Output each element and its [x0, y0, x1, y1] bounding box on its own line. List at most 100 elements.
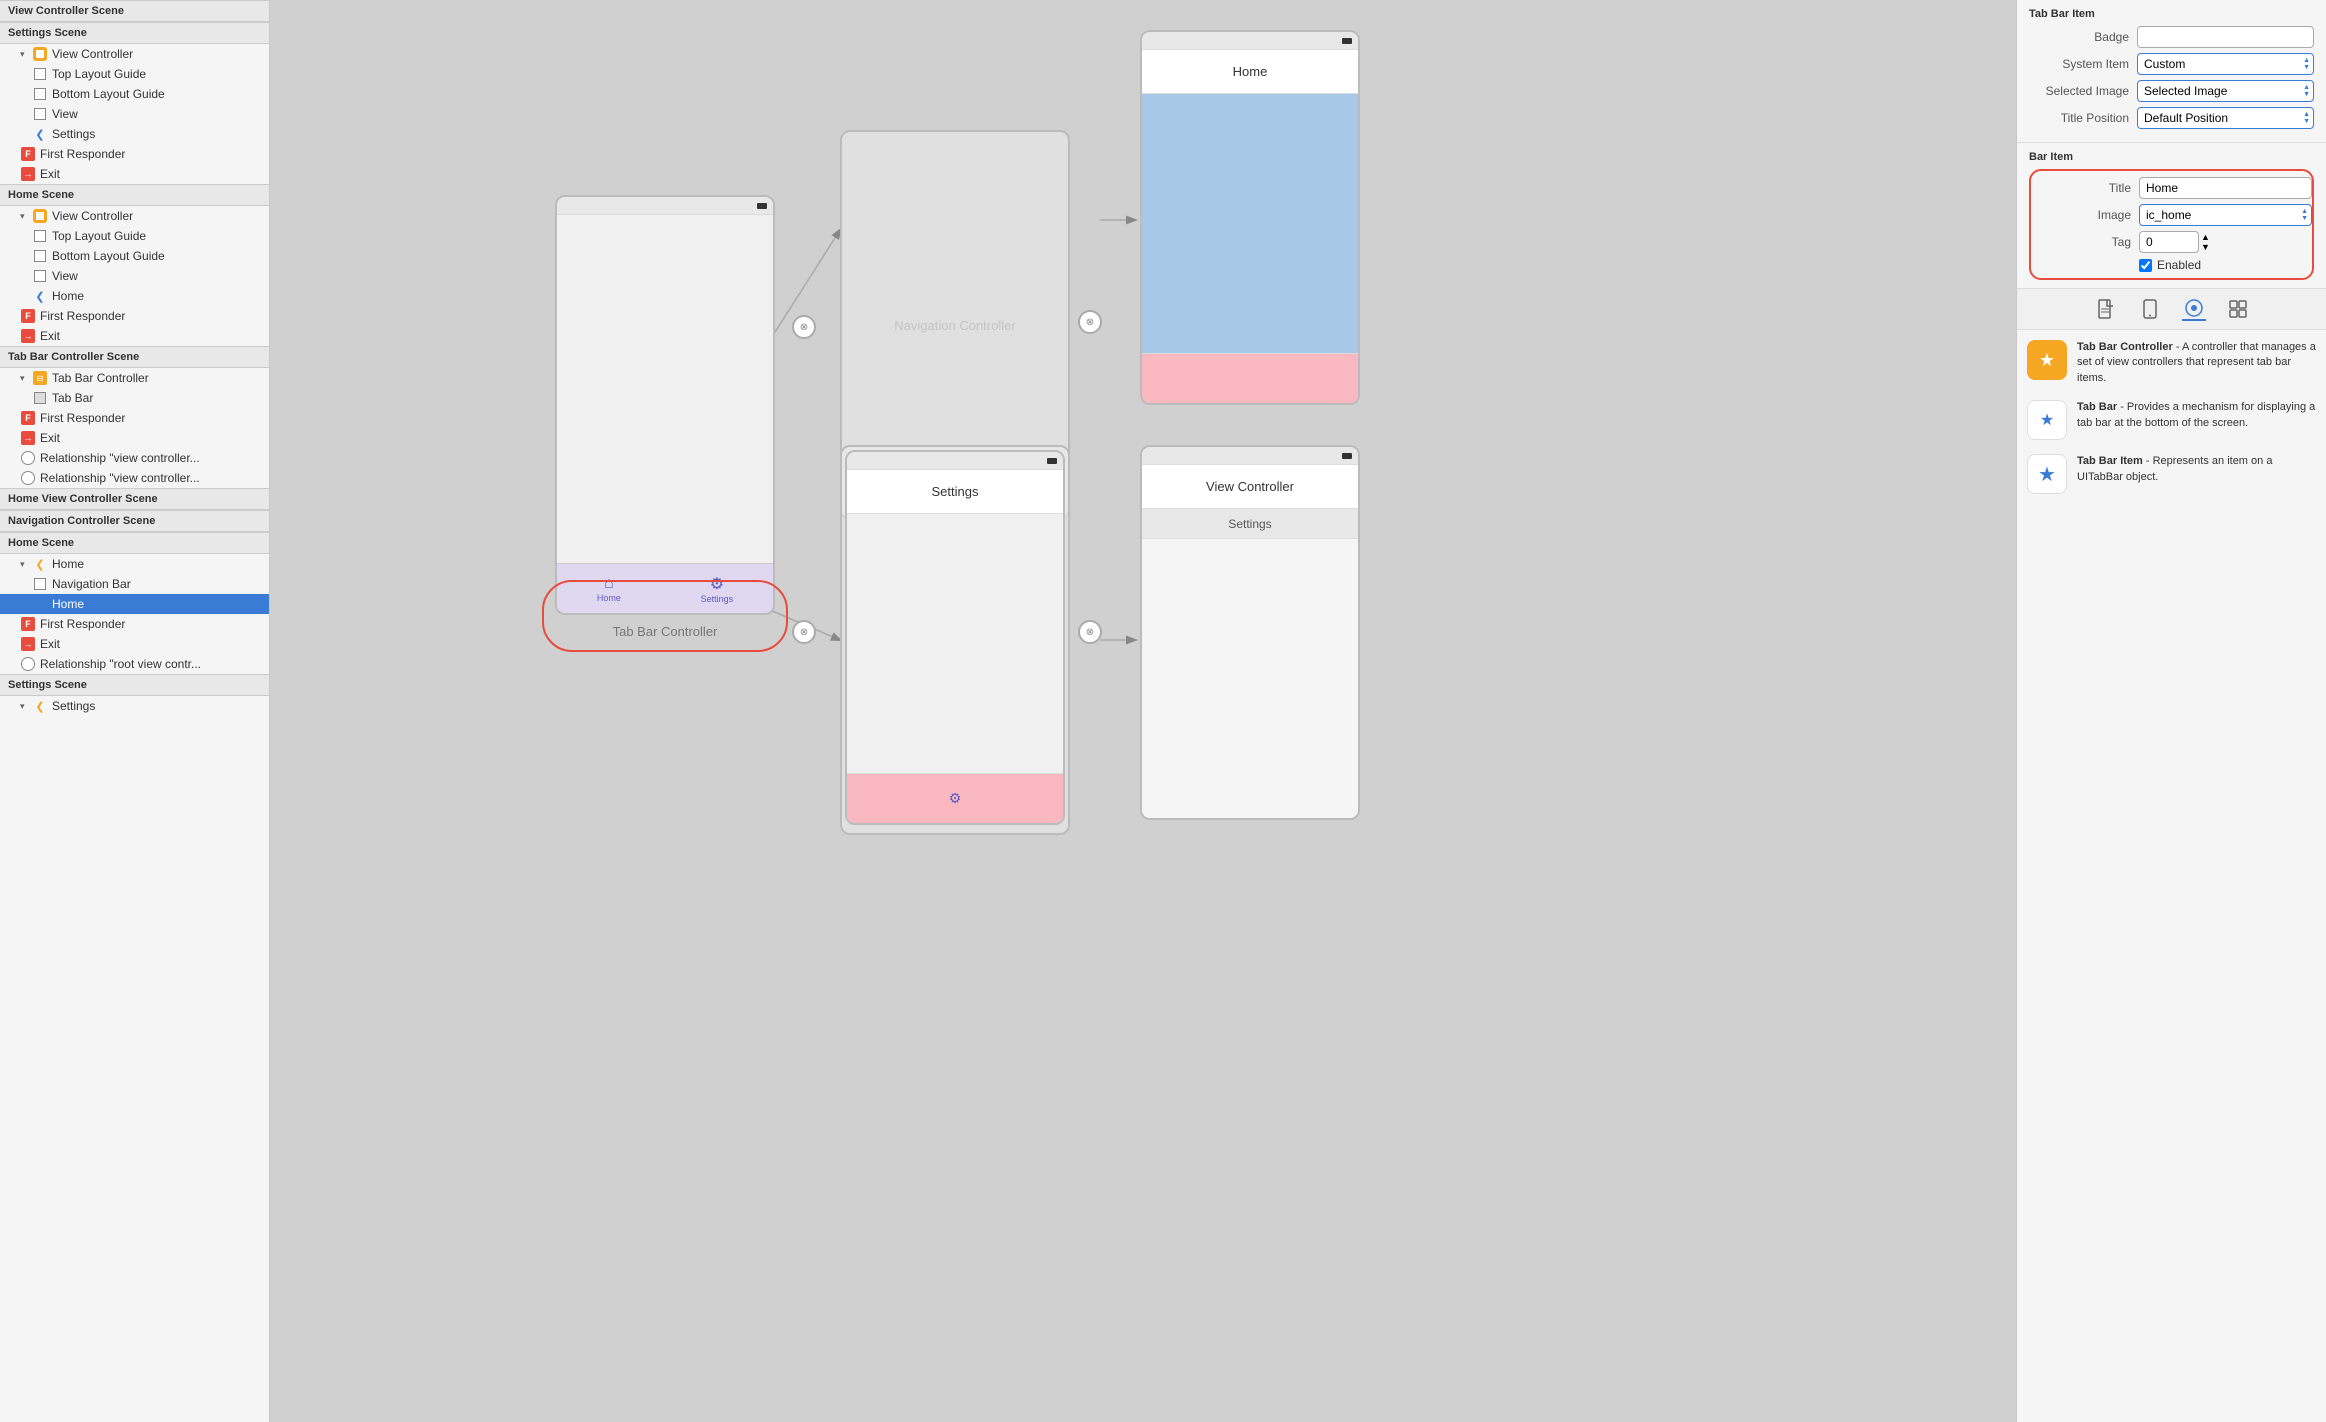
tag-stepper[interactable]: ▲ ▼	[2201, 232, 2210, 252]
back-icon-settings2: ❮	[32, 698, 48, 714]
title-position-label: Title Position	[2029, 111, 2129, 125]
tree-item-exit-settings[interactable]: → Exit	[0, 164, 269, 184]
tab-file-icon[interactable]	[2094, 297, 2118, 321]
layout-icon-4	[32, 248, 48, 264]
tree-item-top-layout-home[interactable]: Top Layout Guide	[0, 226, 269, 246]
title-input[interactable]	[2139, 177, 2312, 199]
bar-item-title: Bar Item	[2029, 151, 2314, 163]
tree-item-first-home2[interactable]: F First Responder	[0, 614, 269, 634]
badge-input[interactable]	[2137, 26, 2314, 48]
tree-item-tab-bar[interactable]: Tab Bar	[0, 388, 269, 408]
view-icon-2	[32, 268, 48, 284]
home-tab-icon: ⌂	[604, 575, 614, 593]
tree-item-tbc[interactable]: ▾ ⊟ Tab Bar Controller	[0, 368, 269, 388]
rel-icon-2	[20, 470, 36, 486]
settings-tab-bar: ⚙	[847, 773, 1063, 823]
help-icon-tab: ★	[2027, 400, 2067, 440]
enabled-label: Enabled	[2157, 258, 2201, 272]
tree-item-home-star[interactable]: ★ Home	[0, 594, 269, 614]
tree-item-settings-nav[interactable]: ❮ Settings	[0, 124, 269, 144]
tag-label: Tag	[2031, 235, 2131, 249]
first-responder-icon: F	[20, 146, 36, 162]
help-text-tbc: Tab Bar Controller - A controller that m…	[2077, 340, 2316, 386]
tab-settings: ⚙ Settings	[701, 574, 734, 604]
section-home-scene-2: Home Scene	[0, 532, 269, 554]
first-responder-icon-3: F	[20, 410, 36, 426]
title-row: Title	[2031, 177, 2312, 199]
tab-bar-item-section: Tab Bar Item Badge System Item Custom ▲▼…	[2017, 0, 2326, 143]
image-row: Image ic_home ▲▼	[2031, 204, 2312, 226]
tree-item-rel2[interactable]: Relationship "view controller...	[0, 468, 269, 488]
right-panel: Tab Bar Item Badge System Item Custom ▲▼…	[2016, 0, 2326, 1422]
first-responder-icon-2: F	[20, 308, 36, 324]
tree-item-first-settings[interactable]: F First Responder	[0, 144, 269, 164]
tbc-icon: ⊟	[32, 370, 48, 386]
tree-item-rel-root[interactable]: Relationship "root view contr...	[0, 654, 269, 674]
tab-grid-icon[interactable]	[2226, 297, 2250, 321]
selected-image-row: Selected Image Selected Image ▲▼	[2029, 80, 2314, 102]
exit-icon: →	[20, 166, 36, 182]
tab-phone-icon[interactable]	[2138, 297, 2162, 321]
selected-image-select-wrapper: Selected Image ▲▼	[2137, 80, 2314, 102]
tbc-content	[557, 215, 773, 563]
system-item-select[interactable]: Custom	[2137, 53, 2314, 75]
tree-item-exit-home[interactable]: → Exit	[0, 326, 269, 346]
tree-item-view-settings[interactable]: View	[0, 104, 269, 124]
rel-icon-1	[20, 450, 36, 466]
section-view-controller-scene: View Controller Scene	[0, 0, 269, 22]
tab-circle-icon[interactable]	[2182, 297, 2206, 321]
selected-image-label: Selected Image	[2029, 84, 2129, 98]
section-tbc-scene: Tab Bar Controller Scene	[0, 346, 269, 368]
status-dot	[757, 203, 767, 209]
selected-image-select[interactable]: Selected Image	[2137, 80, 2314, 102]
segue-circle-1: ⊗	[792, 315, 816, 339]
tree-item-top-layout-settings[interactable]: Top Layout Guide	[0, 64, 269, 84]
tabbar-icon	[32, 390, 48, 406]
help-text-tbi: Tab Bar Item - Represents an item on a U…	[2077, 454, 2316, 485]
enabled-checkbox[interactable]	[2139, 259, 2152, 272]
tree-item-view-home[interactable]: View	[0, 266, 269, 286]
layout-icon	[32, 66, 48, 82]
help-text-tab: Tab Bar - Provides a mechanism for displ…	[2077, 400, 2316, 431]
home-blue-content	[1142, 94, 1358, 353]
circle-svg-icon	[2184, 298, 2204, 318]
settings-nav-bar: Settings	[847, 470, 1063, 514]
tree-item-vc-home[interactable]: ▾ View Controller	[0, 206, 269, 226]
vc-settings-content	[1142, 539, 1358, 818]
tree-item-vc-settings[interactable]: ▾ View Controller	[0, 44, 269, 64]
back-icon-home2: ❮	[32, 556, 48, 572]
tree-item-bottom-layout-settings[interactable]: Bottom Layout Guide	[0, 84, 269, 104]
segue-circle-3: ⊗	[792, 620, 816, 644]
image-select[interactable]: ic_home	[2139, 204, 2312, 226]
canvas: ⌂ Home ⚙ Settings Tab Bar Controller ⊗ N…	[270, 0, 2016, 1422]
help-item-tbi: ★ Tab Bar Item - Represents an item on a…	[2027, 454, 2316, 494]
tree-item-home-nav[interactable]: ❮ Home	[0, 286, 269, 306]
tree-item-home-2[interactable]: ▾ ❮ Home	[0, 554, 269, 574]
tree-item-first-tbc[interactable]: F First Responder	[0, 408, 269, 428]
disclosure-arrow: ▾	[20, 49, 32, 60]
section-settings-scene-2: Settings Scene	[0, 674, 269, 696]
tree-item-settings-2[interactable]: ▾ ❮ Settings	[0, 696, 269, 716]
tree-item-first-home[interactable]: F First Responder	[0, 306, 269, 326]
tree-item-nav-bar[interactable]: Navigation Bar	[0, 574, 269, 594]
disclosure-home2: ▾	[20, 559, 32, 570]
tree-item-exit-home2[interactable]: → Exit	[0, 634, 269, 654]
vc-icon	[32, 46, 48, 62]
system-item-select-wrapper: Custom ▲▼	[2137, 53, 2314, 75]
help-item-tbc: ★ Tab Bar Controller - A controller that…	[2027, 340, 2316, 386]
layout-icon-3	[32, 228, 48, 244]
tag-input[interactable]	[2139, 231, 2199, 253]
home-pink-tab-bar	[1142, 353, 1358, 403]
tree-item-bottom-layout-home[interactable]: Bottom Layout Guide	[0, 246, 269, 266]
exit-icon-3: →	[20, 430, 36, 446]
tree-item-exit-tbc[interactable]: → Exit	[0, 428, 269, 448]
title-position-select[interactable]: Default Position	[2137, 107, 2314, 129]
canvas-area: ⌂ Home ⚙ Settings Tab Bar Controller ⊗ N…	[270, 0, 2016, 1422]
system-item-row: System Item Custom ▲▼	[2029, 53, 2314, 75]
tbc-mockup: ⌂ Home ⚙ Settings	[555, 195, 775, 615]
first-responder-icon-4: F	[20, 616, 36, 632]
bar-item-oval: Title Image ic_home ▲▼ Tag ▲ ▼	[2029, 169, 2314, 280]
title-position-select-wrapper: Default Position ▲▼	[2137, 107, 2314, 129]
grid-svg-icon	[2228, 299, 2248, 319]
tree-item-rel1[interactable]: Relationship "view controller...	[0, 448, 269, 468]
